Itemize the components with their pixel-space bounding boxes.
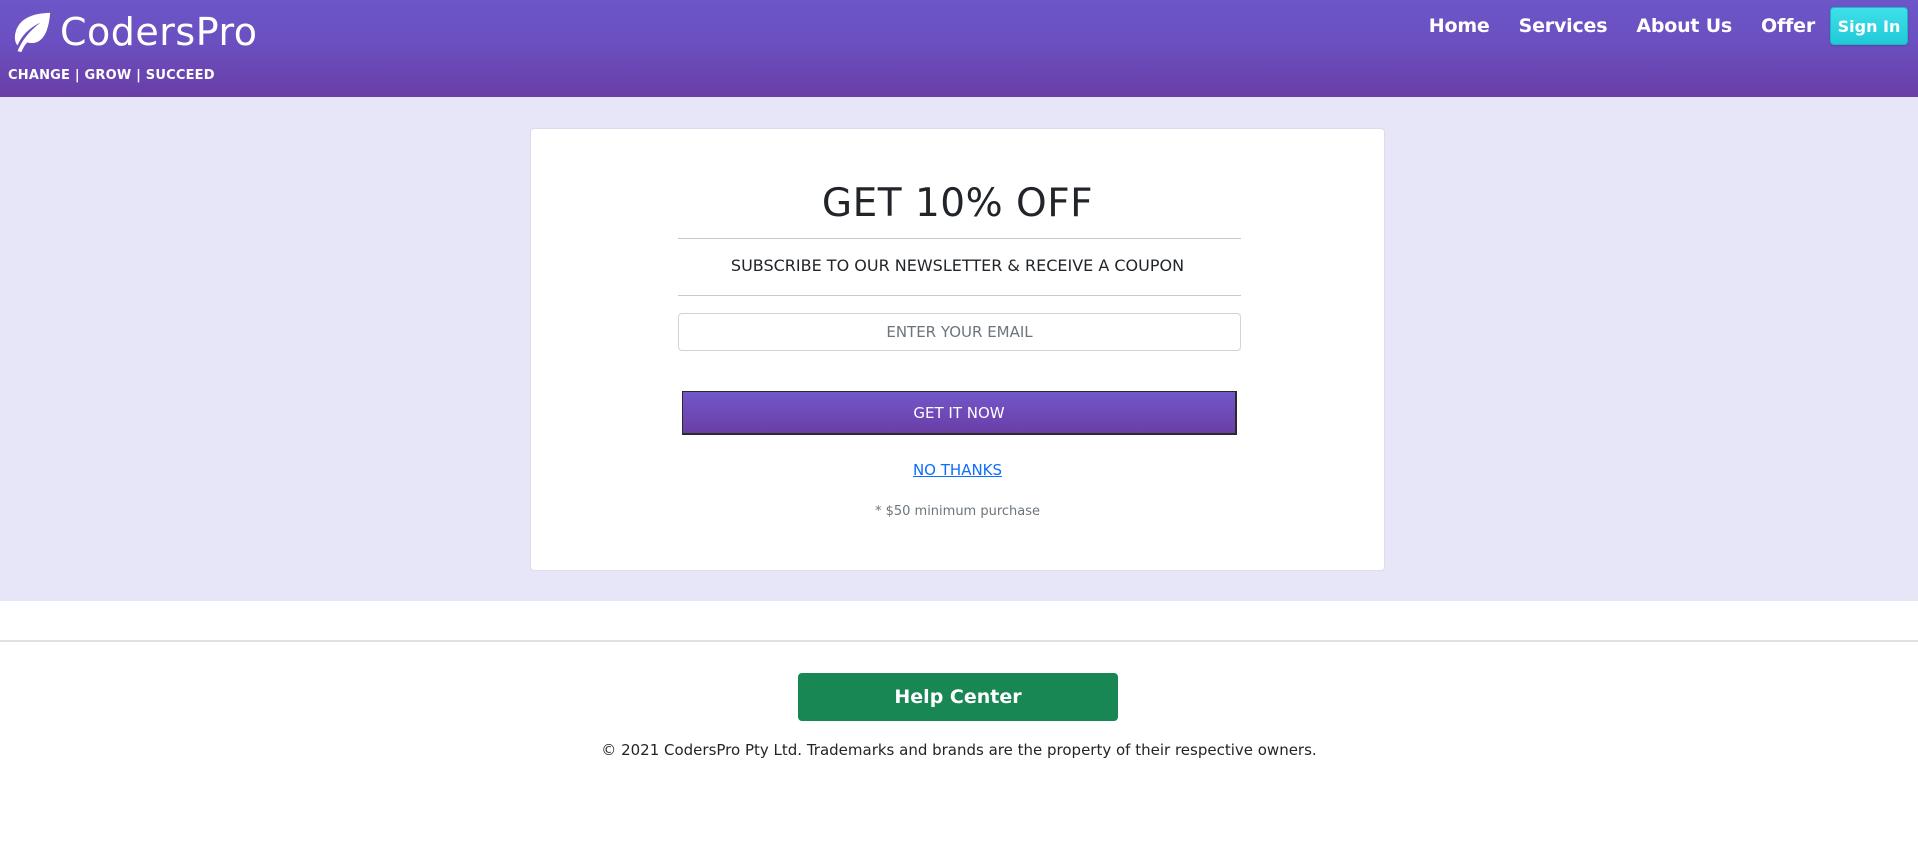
nav-services[interactable]: Services: [1519, 15, 1608, 37]
nav-home[interactable]: Home: [1429, 15, 1490, 37]
footer-divider: [0, 640, 1918, 642]
sign-in-button[interactable]: Sign In: [1830, 7, 1908, 45]
leaf-icon: [8, 9, 54, 55]
offer-section: GET 10% OFF SUBSCRIBE TO OUR NEWSLETTER …: [0, 97, 1918, 601]
offer-subtitle: SUBSCRIBE TO OUR NEWSLETTER & RECEIVE A …: [730, 256, 1185, 275]
copyright-text: © 2021 CodersPro Pty Ltd. Trademarks and…: [601, 741, 1317, 759]
site-header: CodersPro CHANGE | GROW | SUCCEED Home S…: [0, 0, 1918, 97]
nav-offer[interactable]: Offer: [1761, 15, 1815, 37]
help-center-button[interactable]: Help Center: [798, 673, 1118, 721]
offer-title: GET 10% OFF: [821, 181, 1094, 226]
minimum-purchase-note: * $50 minimum purchase: [874, 504, 1041, 519]
get-it-now-button[interactable]: GET IT NOW: [682, 391, 1237, 435]
brand-tagline: CHANGE | GROW | SUCCEED: [8, 68, 215, 83]
no-thanks-link[interactable]: NO THANKS: [531, 461, 1384, 479]
brand-name: CodersPro: [60, 10, 258, 54]
brand-logo[interactable]: CodersPro: [8, 10, 258, 54]
email-field[interactable]: [678, 313, 1241, 351]
offer-card: GET 10% OFF SUBSCRIBE TO OUR NEWSLETTER …: [530, 128, 1385, 571]
divider: [678, 238, 1241, 239]
divider: [678, 295, 1241, 296]
nav-about-us[interactable]: About Us: [1636, 15, 1732, 37]
main-nav: Home Services About Us Offer Sign In: [1429, 7, 1908, 45]
